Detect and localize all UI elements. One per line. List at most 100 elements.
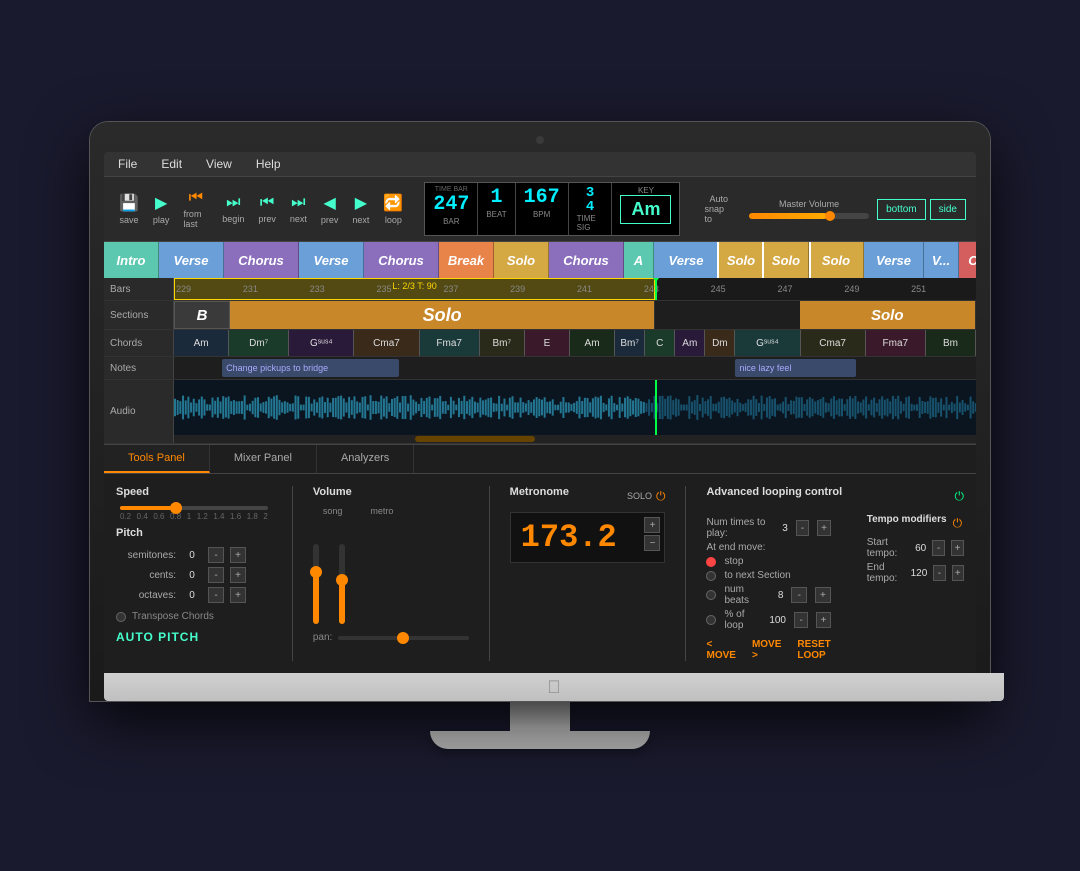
section-block-chorus[interactable]: Chorus — [364, 242, 439, 278]
num-beats-plus[interactable]: + — [815, 587, 831, 603]
chord-Bm[interactable]: Bm — [926, 330, 976, 356]
chords-track: Chords AmDm⁷Gˢᵘˢ⁴Cma7Fma7Bm⁷EAmBm⁷CAmDmG… — [104, 330, 976, 357]
tempo-power-icon[interactable]: ⏻ — [953, 516, 963, 531]
metro-power-icon[interactable]: ⏻ — [656, 489, 666, 504]
auto-pitch-button[interactable]: AUTO PITCH — [116, 630, 199, 644]
semitones-minus[interactable]: - — [208, 547, 224, 563]
song-vol-slider[interactable] — [313, 544, 319, 624]
master-volume-slider[interactable] — [749, 213, 869, 219]
section-block-verse[interactable]: Verse — [299, 242, 364, 278]
num-beats-minus[interactable]: - — [791, 587, 807, 603]
chord-E[interactable]: E — [525, 330, 570, 356]
next-section-radio[interactable] — [706, 571, 716, 581]
move-right-button[interactable]: MOVE > — [752, 639, 781, 661]
prev-marker-button[interactable]: ⏮ prev — [253, 192, 281, 226]
pct-loop-radio[interactable] — [706, 615, 716, 625]
end-tempo-minus[interactable]: - — [933, 565, 945, 581]
begin-icon: ⏭ — [226, 194, 240, 212]
section-block-v...[interactable]: V... — [924, 242, 959, 278]
section-solo-right[interactable]: Solo — [800, 301, 976, 329]
metro-up[interactable]: + — [644, 517, 660, 533]
cents-plus[interactable]: + — [230, 567, 246, 583]
octaves-minus[interactable]: - — [208, 587, 224, 603]
begin-label: begin — [222, 214, 244, 224]
start-tempo-minus[interactable]: - — [932, 540, 945, 556]
tab-analyzers[interactable]: Analyzers — [317, 445, 414, 473]
scroll-bar[interactable] — [174, 435, 976, 443]
move-left-button[interactable]: < MOVE — [706, 639, 735, 661]
chord-Dm[interactable]: Dm — [705, 330, 735, 356]
cents-minus[interactable]: - — [208, 567, 224, 583]
view-bottom-button[interactable]: bottom — [877, 199, 926, 220]
chord-Fma7[interactable]: Fma7 — [420, 330, 480, 356]
save-button[interactable]: 💾 save — [114, 191, 144, 227]
section-block-solo[interactable]: Solo — [719, 242, 764, 278]
begin-button[interactable]: ⏭ begin — [217, 192, 249, 226]
section-block-solo[interactable]: Solo — [494, 242, 549, 278]
chord-Dm[interactable]: Dm⁷ — [229, 330, 289, 356]
chord-Cma7[interactable]: Cma7 — [354, 330, 419, 356]
transpose-radio[interactable] — [116, 612, 126, 622]
stop-radio[interactable] — [706, 557, 716, 567]
pan-slider[interactable] — [338, 636, 468, 640]
chord-Am[interactable]: Am — [174, 330, 229, 356]
audio-track: Audio — [104, 380, 976, 444]
section-block-verse[interactable]: Verse — [159, 242, 224, 278]
num-beats-radio[interactable] — [706, 590, 716, 600]
from-last-button[interactable]: ⏮ from last — [178, 187, 213, 231]
speed-slider-track[interactable] — [120, 506, 268, 510]
panel-content: Speed 0.2 0.4 0.6 0.8 — [104, 474, 976, 673]
num-times-plus[interactable]: + — [817, 520, 830, 536]
prev-button[interactable]: ◀ prev — [316, 191, 344, 227]
section-block-outro[interactable]: Outro — [959, 242, 976, 278]
num-times-minus[interactable]: - — [796, 520, 809, 536]
apple-logo:  — [547, 677, 561, 698]
pct-loop-minus[interactable]: - — [794, 612, 808, 628]
section-block-intro[interactable]: Intro — [104, 242, 159, 278]
note-lazy[interactable]: nice lazy feel — [735, 359, 855, 377]
bar-marker-239: 239 — [508, 278, 525, 300]
chord-G[interactable]: Gˢᵘˢ⁴ — [735, 330, 800, 356]
note-bridge[interactable]: Change pickups to bridge — [222, 359, 398, 377]
end-tempo-row: End tempo: 120 - + — [867, 562, 964, 584]
tab-tools-panel[interactable]: Tools Panel — [104, 445, 210, 473]
chord-Fma7[interactable]: Fma7 — [866, 330, 926, 356]
next-button[interactable]: ▶ next — [347, 191, 374, 227]
start-tempo-plus[interactable]: + — [951, 540, 964, 556]
menu-help[interactable]: Help — [252, 155, 285, 173]
next-marker-button[interactable]: ⏭ next — [285, 192, 312, 226]
pct-loop-plus[interactable]: + — [816, 612, 830, 628]
chord-Bm[interactable]: Bm⁷ — [480, 330, 525, 356]
play-button[interactable]: ▶ play — [148, 191, 175, 227]
section-block-chorus[interactable]: Chorus — [224, 242, 299, 278]
metro-down[interactable]: − — [644, 535, 660, 551]
reset-loop-button[interactable]: RESET LOOP — [797, 639, 830, 661]
tab-mixer-panel[interactable]: Mixer Panel — [210, 445, 317, 473]
menu-file[interactable]: File — [114, 155, 141, 173]
loop-button[interactable]: 🔁 loop — [378, 191, 408, 227]
menu-edit[interactable]: Edit — [157, 155, 186, 173]
chord-C[interactable]: C — [645, 330, 675, 356]
menu-view[interactable]: View — [202, 155, 236, 173]
timeline-area: Bars L: 2/3 T: 90 — [104, 278, 976, 445]
section-block-a[interactable]: A — [624, 242, 654, 278]
chord-Am[interactable]: Am — [675, 330, 705, 356]
chord-G[interactable]: Gˢᵘˢ⁴ — [289, 330, 354, 356]
section-solo-main[interactable]: Solo — [230, 301, 655, 329]
section-block-verse[interactable]: Verse — [864, 242, 924, 278]
view-side-button[interactable]: side — [930, 199, 966, 220]
chord-Am[interactable]: Am — [570, 330, 615, 356]
chord-Bm[interactable]: Bm⁷ — [615, 330, 645, 356]
section-block-solo[interactable]: Solo — [809, 242, 864, 278]
section-block-solo[interactable]: Solo — [764, 242, 809, 278]
end-tempo-plus[interactable]: + — [952, 565, 964, 581]
loop-power-icon[interactable]: ⏻ — [955, 489, 965, 504]
section-block-break[interactable]: Break — [439, 242, 494, 278]
metro-vol-slider[interactable] — [339, 544, 345, 624]
octaves-plus[interactable]: + — [230, 587, 246, 603]
section-block-chorus[interactable]: Chorus — [549, 242, 624, 278]
section-B[interactable]: B — [174, 301, 230, 329]
semitones-plus[interactable]: + — [230, 547, 246, 563]
chord-Cma7[interactable]: Cma7 — [801, 330, 866, 356]
section-block-verse[interactable]: Verse — [654, 242, 719, 278]
